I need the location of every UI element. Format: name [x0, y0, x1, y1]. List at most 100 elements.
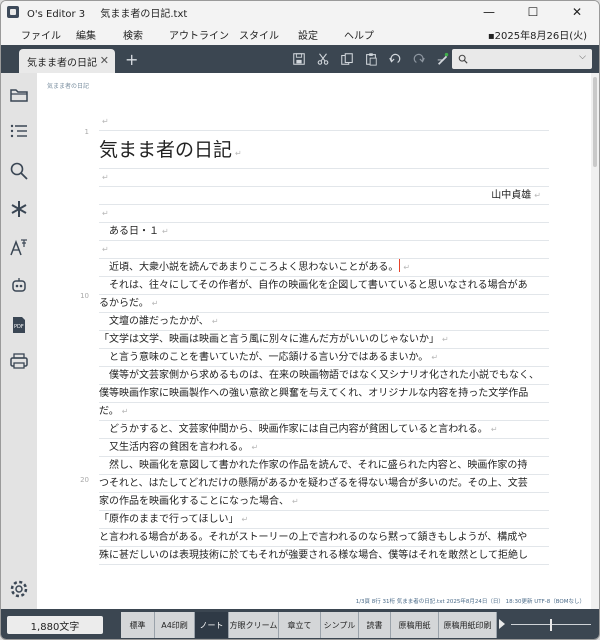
text-line[interactable]: ↵	[99, 113, 549, 131]
sidebar: PDF	[1, 73, 37, 609]
settings-icon[interactable]	[7, 577, 31, 601]
line-text: と言う意味のことを書いていたが、一応頷ける言い分ではあるまいか。	[99, 352, 429, 363]
line-text: それは、往々にしてその作者が、自作の映画化を企図して書いていると思いなされる場合…	[99, 280, 528, 291]
return-mark-icon: ↵	[235, 149, 242, 158]
text-line[interactable]: るからだ。 ↵	[99, 295, 549, 313]
tab-bar: 気まま者の日記 ✕ + ⌵	[1, 45, 599, 73]
return-mark-icon: ↵	[102, 173, 109, 182]
text-line[interactable]: 「文学は文学、映画は映画と言う風に別々に進んだ方がいいのじゃないか」 ↵	[99, 331, 549, 349]
app-name: O's Editor 3	[27, 8, 86, 20]
close-button[interactable]: ✕	[555, 1, 599, 23]
save-icon[interactable]	[287, 51, 311, 67]
style-tab-standard[interactable]: 標準	[121, 612, 155, 638]
tab-close-icon[interactable]: ✕	[100, 54, 109, 67]
line-text: 殊に甚だしいのは表現技術に於てもそれが強要される様な場合、僕等はそれを敢然として…	[99, 550, 528, 561]
text-line[interactable]: 文壇の誰だったかが、 ↵	[99, 313, 549, 331]
menu-help[interactable]: ヘルプ	[344, 27, 374, 42]
asterisk-icon[interactable]	[7, 197, 31, 221]
text-line[interactable]: つそれと、はたしてどれだけの懸隔があるかを疑わざるを得ない場合が多いのだ。その上…	[99, 475, 549, 493]
style-tab-note[interactable]: ノート	[195, 612, 229, 638]
text-line[interactable]: と言う意味のことを書いていたが、一応頷ける言い分ではあるまいか。 ↵	[99, 349, 549, 367]
redo-icon[interactable]	[383, 51, 407, 67]
menu-style[interactable]: スタイル	[239, 27, 279, 42]
return-mark-icon: ↵	[431, 353, 439, 362]
text-line[interactable]: 殊に甚だしいのは表現技術に於てもそれが強要される様な場合、僕等はそれを敢然として…	[99, 547, 549, 565]
editor-area[interactable]: 気まま者の日記 1 10 20 ↵ 気まま者の日記 ↵ ↵ 山中貞雄 ↵ ↵ ある日・１ ↵ ↵…	[37, 73, 599, 609]
copy-icon[interactable]	[335, 51, 359, 67]
chevron-down-icon[interactable]: ⌵	[579, 52, 586, 62]
line-text: だ。	[99, 406, 119, 417]
return-mark-icon: ↵	[251, 443, 259, 452]
tabs-scroll-right-icon[interactable]	[499, 619, 505, 629]
maximize-button[interactable]: ☐	[511, 1, 555, 23]
zoom-slider-knob[interactable]	[550, 619, 552, 631]
style-tab-grid-cream[interactable]: 方眼クリーム	[229, 612, 279, 638]
search-icon[interactable]	[7, 159, 31, 183]
menu-outline[interactable]: アウトライン	[169, 27, 229, 42]
return-mark-icon: ↵	[211, 317, 219, 326]
line-number: 10	[80, 292, 89, 300]
line-text: 文壇の誰だったかが、	[99, 316, 209, 327]
text-line[interactable]: どうかすると、文芸家仲間から、映画作家には自己内容が貧困していると言われる。 ↵	[99, 421, 549, 439]
return-mark-icon: ↵	[442, 335, 449, 344]
line-text: 気まま者の日記	[99, 139, 233, 161]
return-mark-icon: ↵	[292, 497, 299, 506]
style-tab-manuscript-print[interactable]: 原稿用紙印刷	[439, 612, 497, 638]
document-tab-label: 気まま者の日記	[27, 57, 97, 69]
cut-icon[interactable]	[311, 51, 335, 67]
outline-list-icon[interactable]	[7, 119, 31, 143]
text-line[interactable]: 「原作のままで行ってほしい」 ↵	[99, 511, 549, 529]
undo-icon[interactable]	[407, 51, 431, 67]
return-mark-icon: ↵	[241, 515, 249, 524]
text-line[interactable]: 山中貞雄 ↵	[99, 187, 549, 205]
style-tab-reading[interactable]: 読書	[359, 612, 391, 638]
style-tab-manuscript[interactable]: 原稿用紙	[391, 612, 439, 638]
text-line[interactable]: 又生活内容の貧困を言われる。 ↵	[99, 439, 549, 457]
style-tab-a4print[interactable]: A4印刷	[155, 612, 195, 638]
add-tab-button[interactable]: +	[125, 50, 138, 69]
return-mark-icon: ↵	[534, 191, 541, 200]
text-line[interactable]: ↵	[99, 169, 549, 187]
return-mark-icon: ↵	[162, 227, 169, 236]
search-input[interactable]: ⌵	[452, 49, 592, 69]
menu-edit[interactable]: 編集	[76, 27, 96, 42]
text-line[interactable]: 僕等映画作家に映画製作への強い意欲と興奮を与えてくれ、オリジナルな内容を持った文…	[99, 385, 549, 403]
print-icon[interactable]	[7, 349, 31, 373]
document-tab[interactable]: 気まま者の日記 ✕	[19, 49, 115, 73]
line-text: 山中貞雄	[491, 190, 532, 201]
return-mark-icon: ↵	[151, 299, 159, 308]
vertical-scrollbar[interactable]	[591, 73, 599, 609]
char-count: 1,880文字	[7, 616, 103, 634]
text-line[interactable]: それは、往々にしてその作者が、自作の映画化を企図して書いていると思いなされる場合…	[99, 277, 549, 295]
robot-icon[interactable]	[7, 273, 31, 297]
text-line[interactable]: ある日・１ ↵	[99, 223, 549, 241]
text-line[interactable]: 僕等が文芸家側から求めるものは、在来の映画物語ではなく又シナリオ化された小説でも…	[99, 367, 549, 385]
folder-icon[interactable]	[7, 83, 31, 107]
text-line[interactable]: 家の作品を映画化することになった場合、 ↵	[99, 493, 549, 511]
menu-search[interactable]: 検索	[123, 27, 143, 42]
text-line[interactable]: だ。 ↵	[99, 403, 549, 421]
paste-icon[interactable]	[359, 51, 383, 67]
line-text: と言われる場合がある。それがストーリーの上で言われるのなら黙って頷きもしようが、…	[99, 532, 528, 543]
return-mark-icon: ↵	[102, 245, 109, 254]
line-number: 20	[80, 476, 89, 484]
breadcrumb[interactable]: 気まま者の日記	[47, 81, 89, 90]
text-line[interactable]: 然し、映画化を意図して書かれた作家の作品を読んで、それに盛られた内容と、映画作家…	[99, 457, 549, 475]
text-line[interactable]: と言われる場合がある。それがストーリーの上で言われるのなら黙って頷きもしようが、…	[99, 529, 549, 547]
style-tab-simple[interactable]: シンプル	[321, 612, 359, 638]
line-text: 僕等映画作家に映画製作への強い意欲と興奮を与えてくれ、オリジナルな内容を持った文…	[99, 388, 529, 399]
line-text: つそれと、はたしてどれだけの懸隔があるかを疑わざるを得ない場合が多いのだ。その上…	[99, 478, 528, 489]
style-tab-chapters[interactable]: 章立て	[279, 612, 321, 638]
menu-file[interactable]: ファイル	[21, 27, 61, 42]
text-line[interactable]: 気まま者の日記 ↵	[99, 131, 549, 169]
text-line[interactable]: ↵	[99, 205, 549, 223]
text-line[interactable]: ↵	[99, 241, 549, 259]
title-bar: O's Editor 3 気まま者の日記.txt — ☐ ✕	[1, 1, 599, 23]
text-line[interactable]: 近頃、大衆小説を読んであまりこころよく思わないことがある。 ↵	[99, 259, 549, 277]
font-icon[interactable]	[7, 235, 31, 259]
scroll-thumb[interactable]	[593, 77, 597, 167]
minimize-button[interactable]: —	[467, 1, 511, 23]
menu-settings[interactable]: 設定	[298, 27, 318, 42]
pdf-icon[interactable]: PDF	[7, 313, 31, 337]
line-text: 近頃、大衆小説を読んであまりこころよく思わないことがある。	[99, 262, 399, 273]
